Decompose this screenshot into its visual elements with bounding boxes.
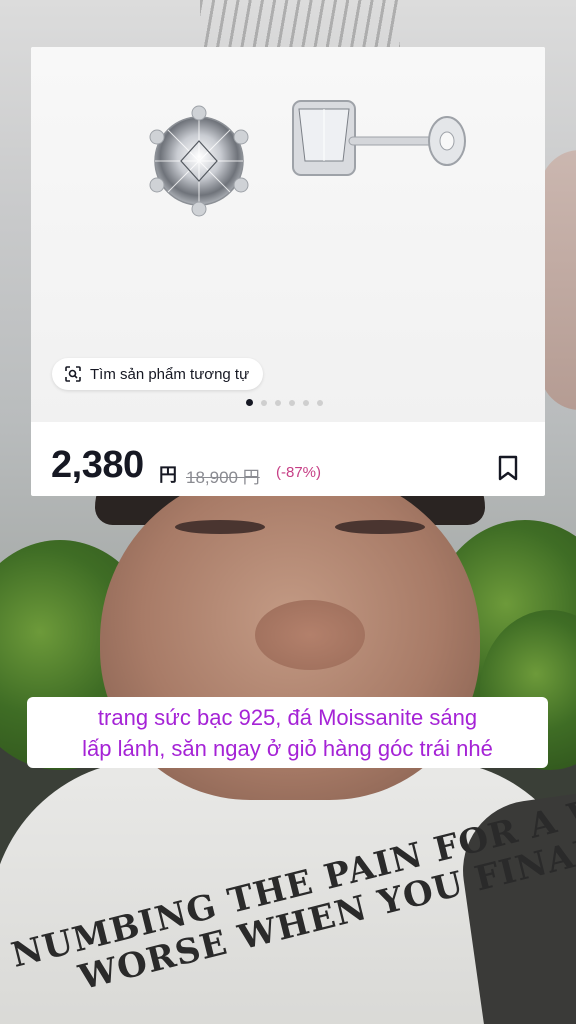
original-price: 18,900 円 — [186, 468, 260, 487]
carousel-dot[interactable] — [275, 399, 281, 406]
carousel-dot[interactable] — [317, 399, 323, 406]
carousel-dot[interactable] — [246, 399, 253, 406]
price-currency: 円 — [159, 465, 177, 485]
left-eye — [175, 520, 265, 534]
image-search-icon — [65, 366, 81, 382]
nose — [255, 600, 365, 670]
hand-blur — [540, 150, 576, 410]
caption-line-1: trang sức bạc 925, đá Moissanite sáng — [97, 704, 478, 730]
product-card[interactable]: Tìm sản phẩm tương tự 2,380 円 18,900 円 (… — [31, 47, 545, 496]
caption-line-2: lấp lánh, săn ngay ở giỏ hàng góc trái n… — [82, 735, 493, 761]
carousel-dot[interactable] — [303, 399, 309, 406]
earring-front-icon — [149, 105, 249, 217]
carousel-dot[interactable] — [289, 399, 295, 406]
foreground-grass — [200, 0, 400, 48]
product-image[interactable]: Tìm sản phẩm tương tự — [31, 47, 545, 422]
sale-price: 2,380 — [51, 444, 144, 486]
discount-badge: (-87%) — [276, 464, 322, 481]
image-carousel-dots[interactable] — [246, 399, 323, 406]
bookmark-icon[interactable] — [497, 455, 519, 481]
price-row: 2,380 円 18,900 円 (-87%) — [31, 422, 545, 496]
find-similar-label: Tìm sản phẩm tương tự — [90, 365, 250, 383]
earring-side-icon — [292, 100, 466, 176]
find-similar-button[interactable]: Tìm sản phẩm tương tự — [52, 358, 264, 390]
carousel-dot[interactable] — [261, 399, 267, 406]
right-eye — [335, 520, 425, 534]
video-caption: trang sức bạc 925, đá Moissanite sáng lấ… — [27, 697, 548, 768]
